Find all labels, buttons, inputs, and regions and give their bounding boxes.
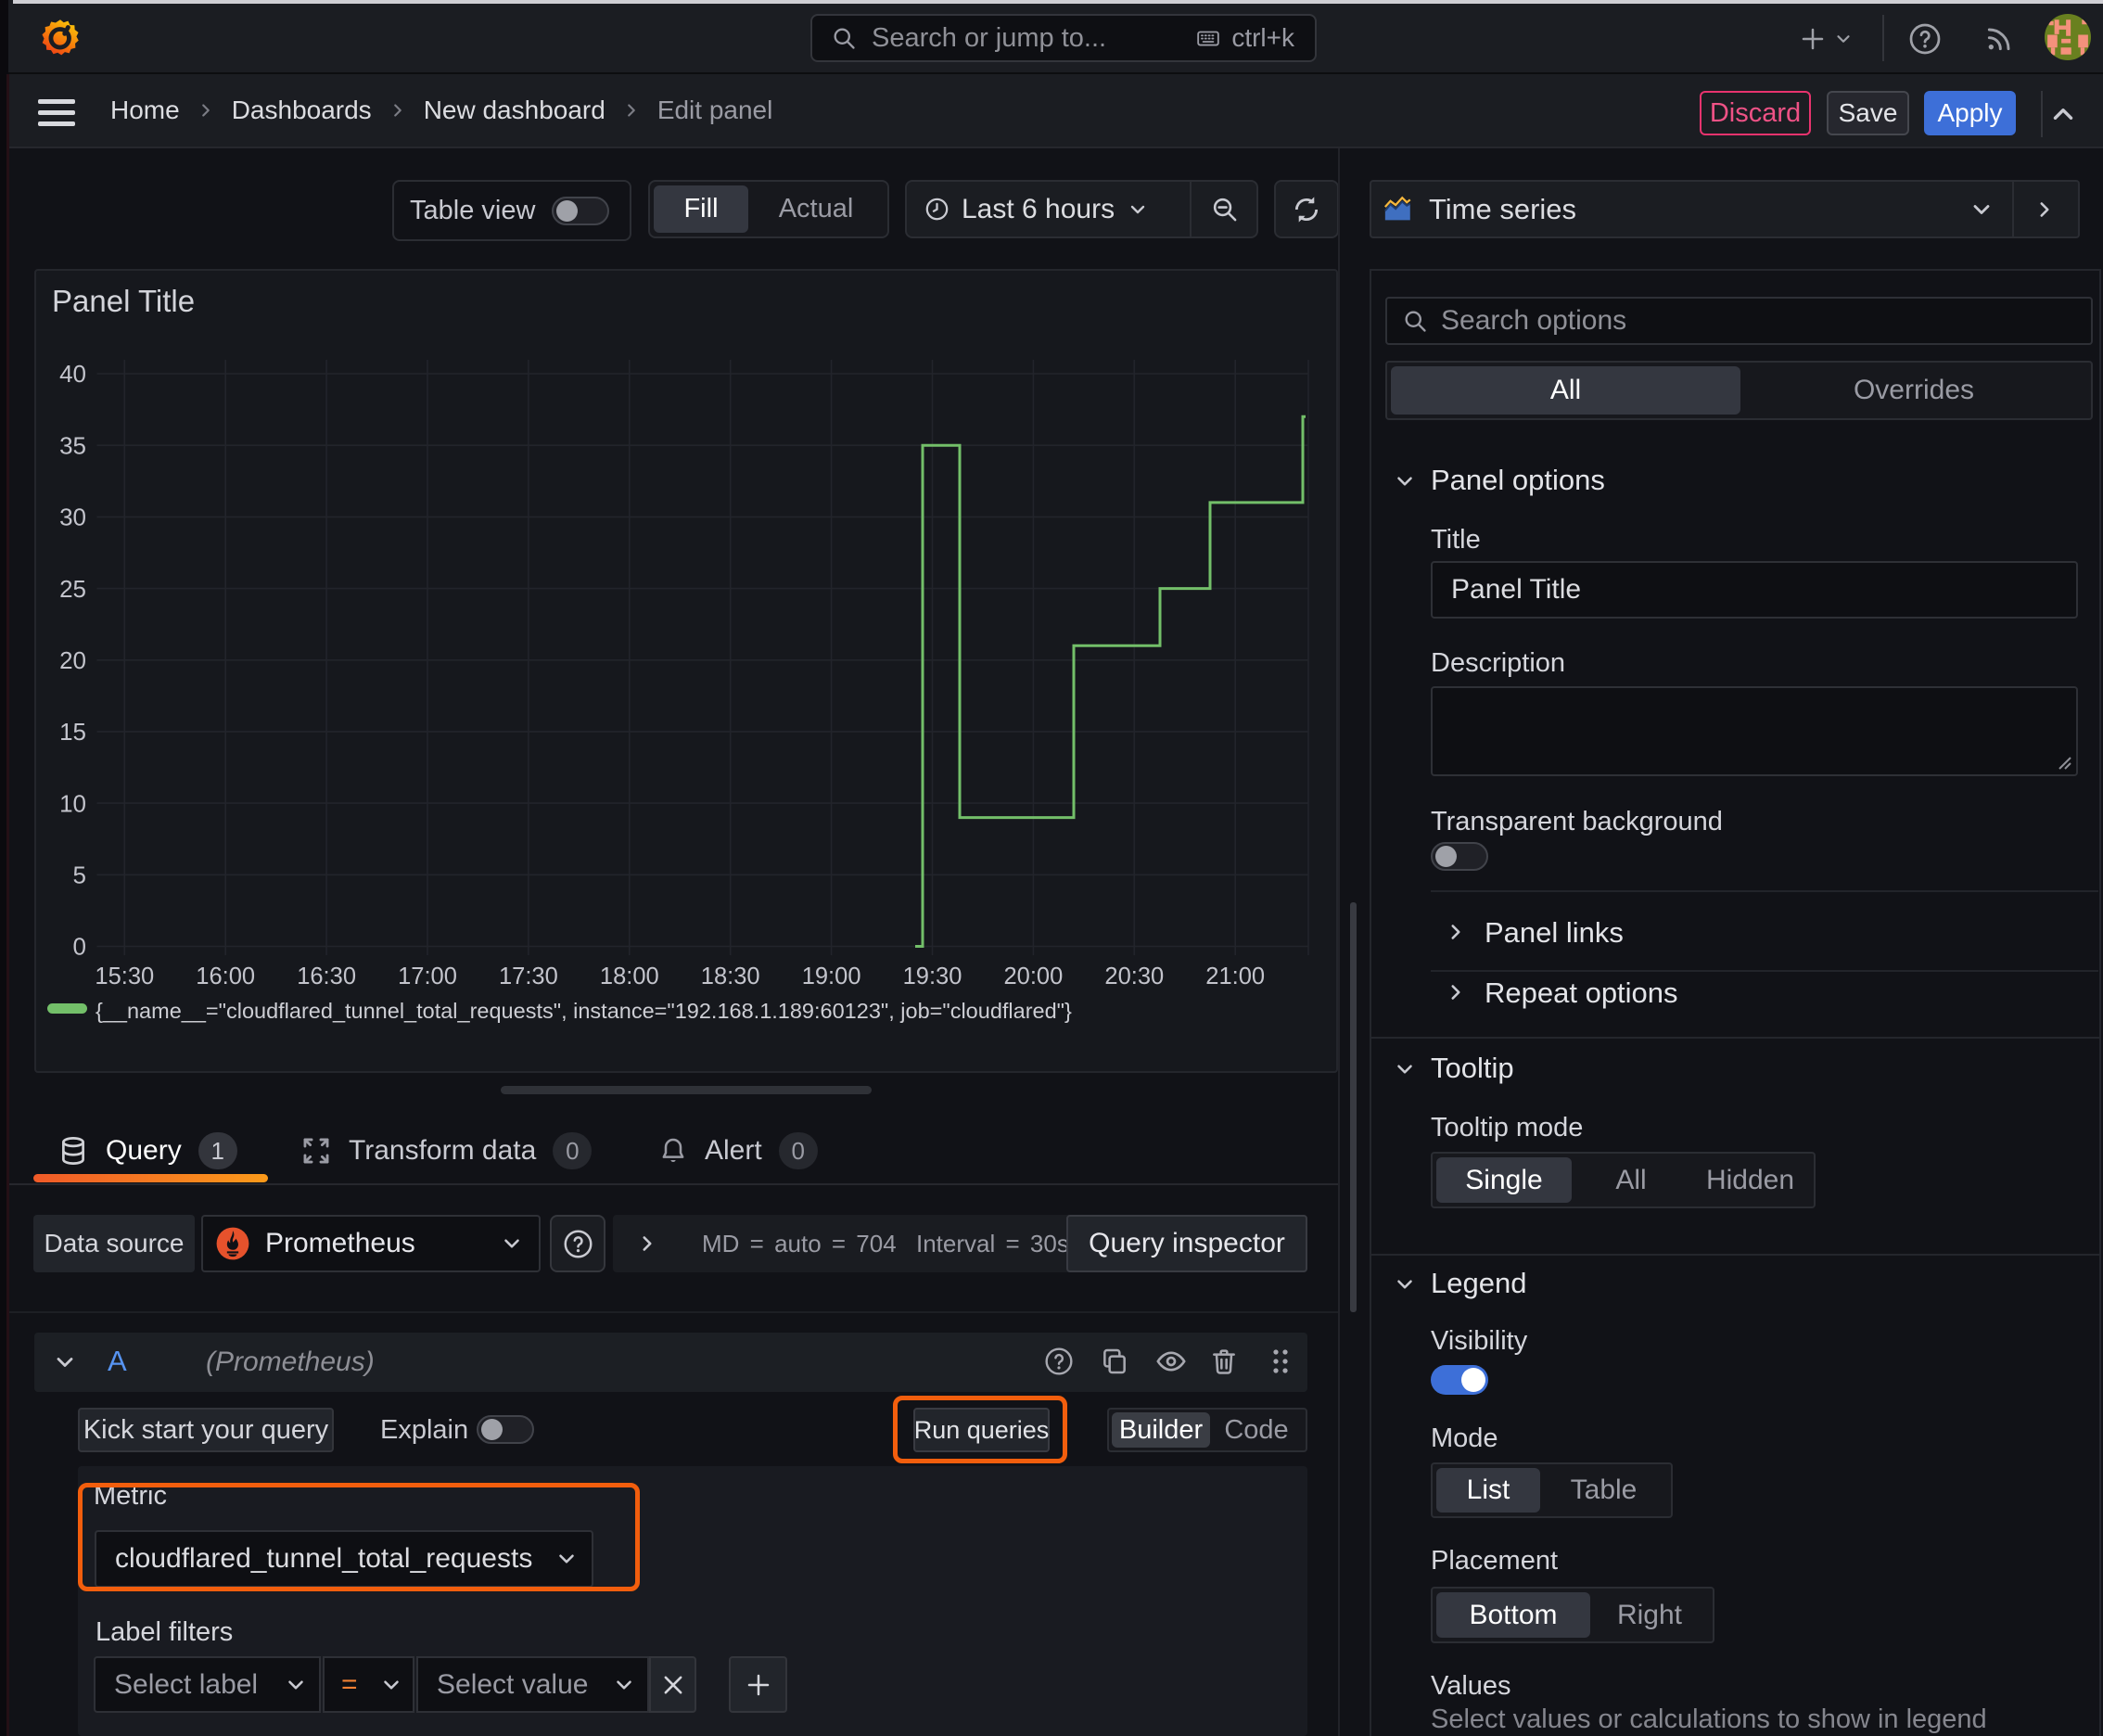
svg-text:15: 15 [59, 718, 86, 746]
svg-text:0: 0 [73, 933, 86, 961]
svg-text:25: 25 [59, 575, 86, 603]
svg-text:{__name__="cloudflared_tunnel_: {__name__="cloudflared_tunnel_total_requ… [96, 999, 1072, 1023]
svg-text:5: 5 [73, 862, 86, 889]
svg-text:16:30: 16:30 [297, 964, 356, 989]
svg-text:15:30: 15:30 [95, 964, 154, 989]
svg-text:30: 30 [59, 504, 86, 531]
svg-text:35: 35 [59, 431, 86, 459]
svg-text:20: 20 [59, 646, 86, 674]
svg-text:17:30: 17:30 [499, 964, 558, 989]
svg-text:17:00: 17:00 [398, 964, 457, 989]
svg-text:16:00: 16:00 [196, 964, 255, 989]
svg-text:21:00: 21:00 [1205, 964, 1265, 989]
svg-text:40: 40 [59, 360, 86, 388]
svg-text:18:30: 18:30 [701, 964, 760, 989]
svg-text:18:00: 18:00 [600, 964, 659, 989]
svg-text:10: 10 [59, 789, 86, 817]
svg-text:19:30: 19:30 [903, 964, 962, 989]
svg-text:20:00: 20:00 [1003, 964, 1063, 989]
svg-text:19:00: 19:00 [802, 964, 861, 989]
svg-text:20:30: 20:30 [1104, 964, 1164, 989]
